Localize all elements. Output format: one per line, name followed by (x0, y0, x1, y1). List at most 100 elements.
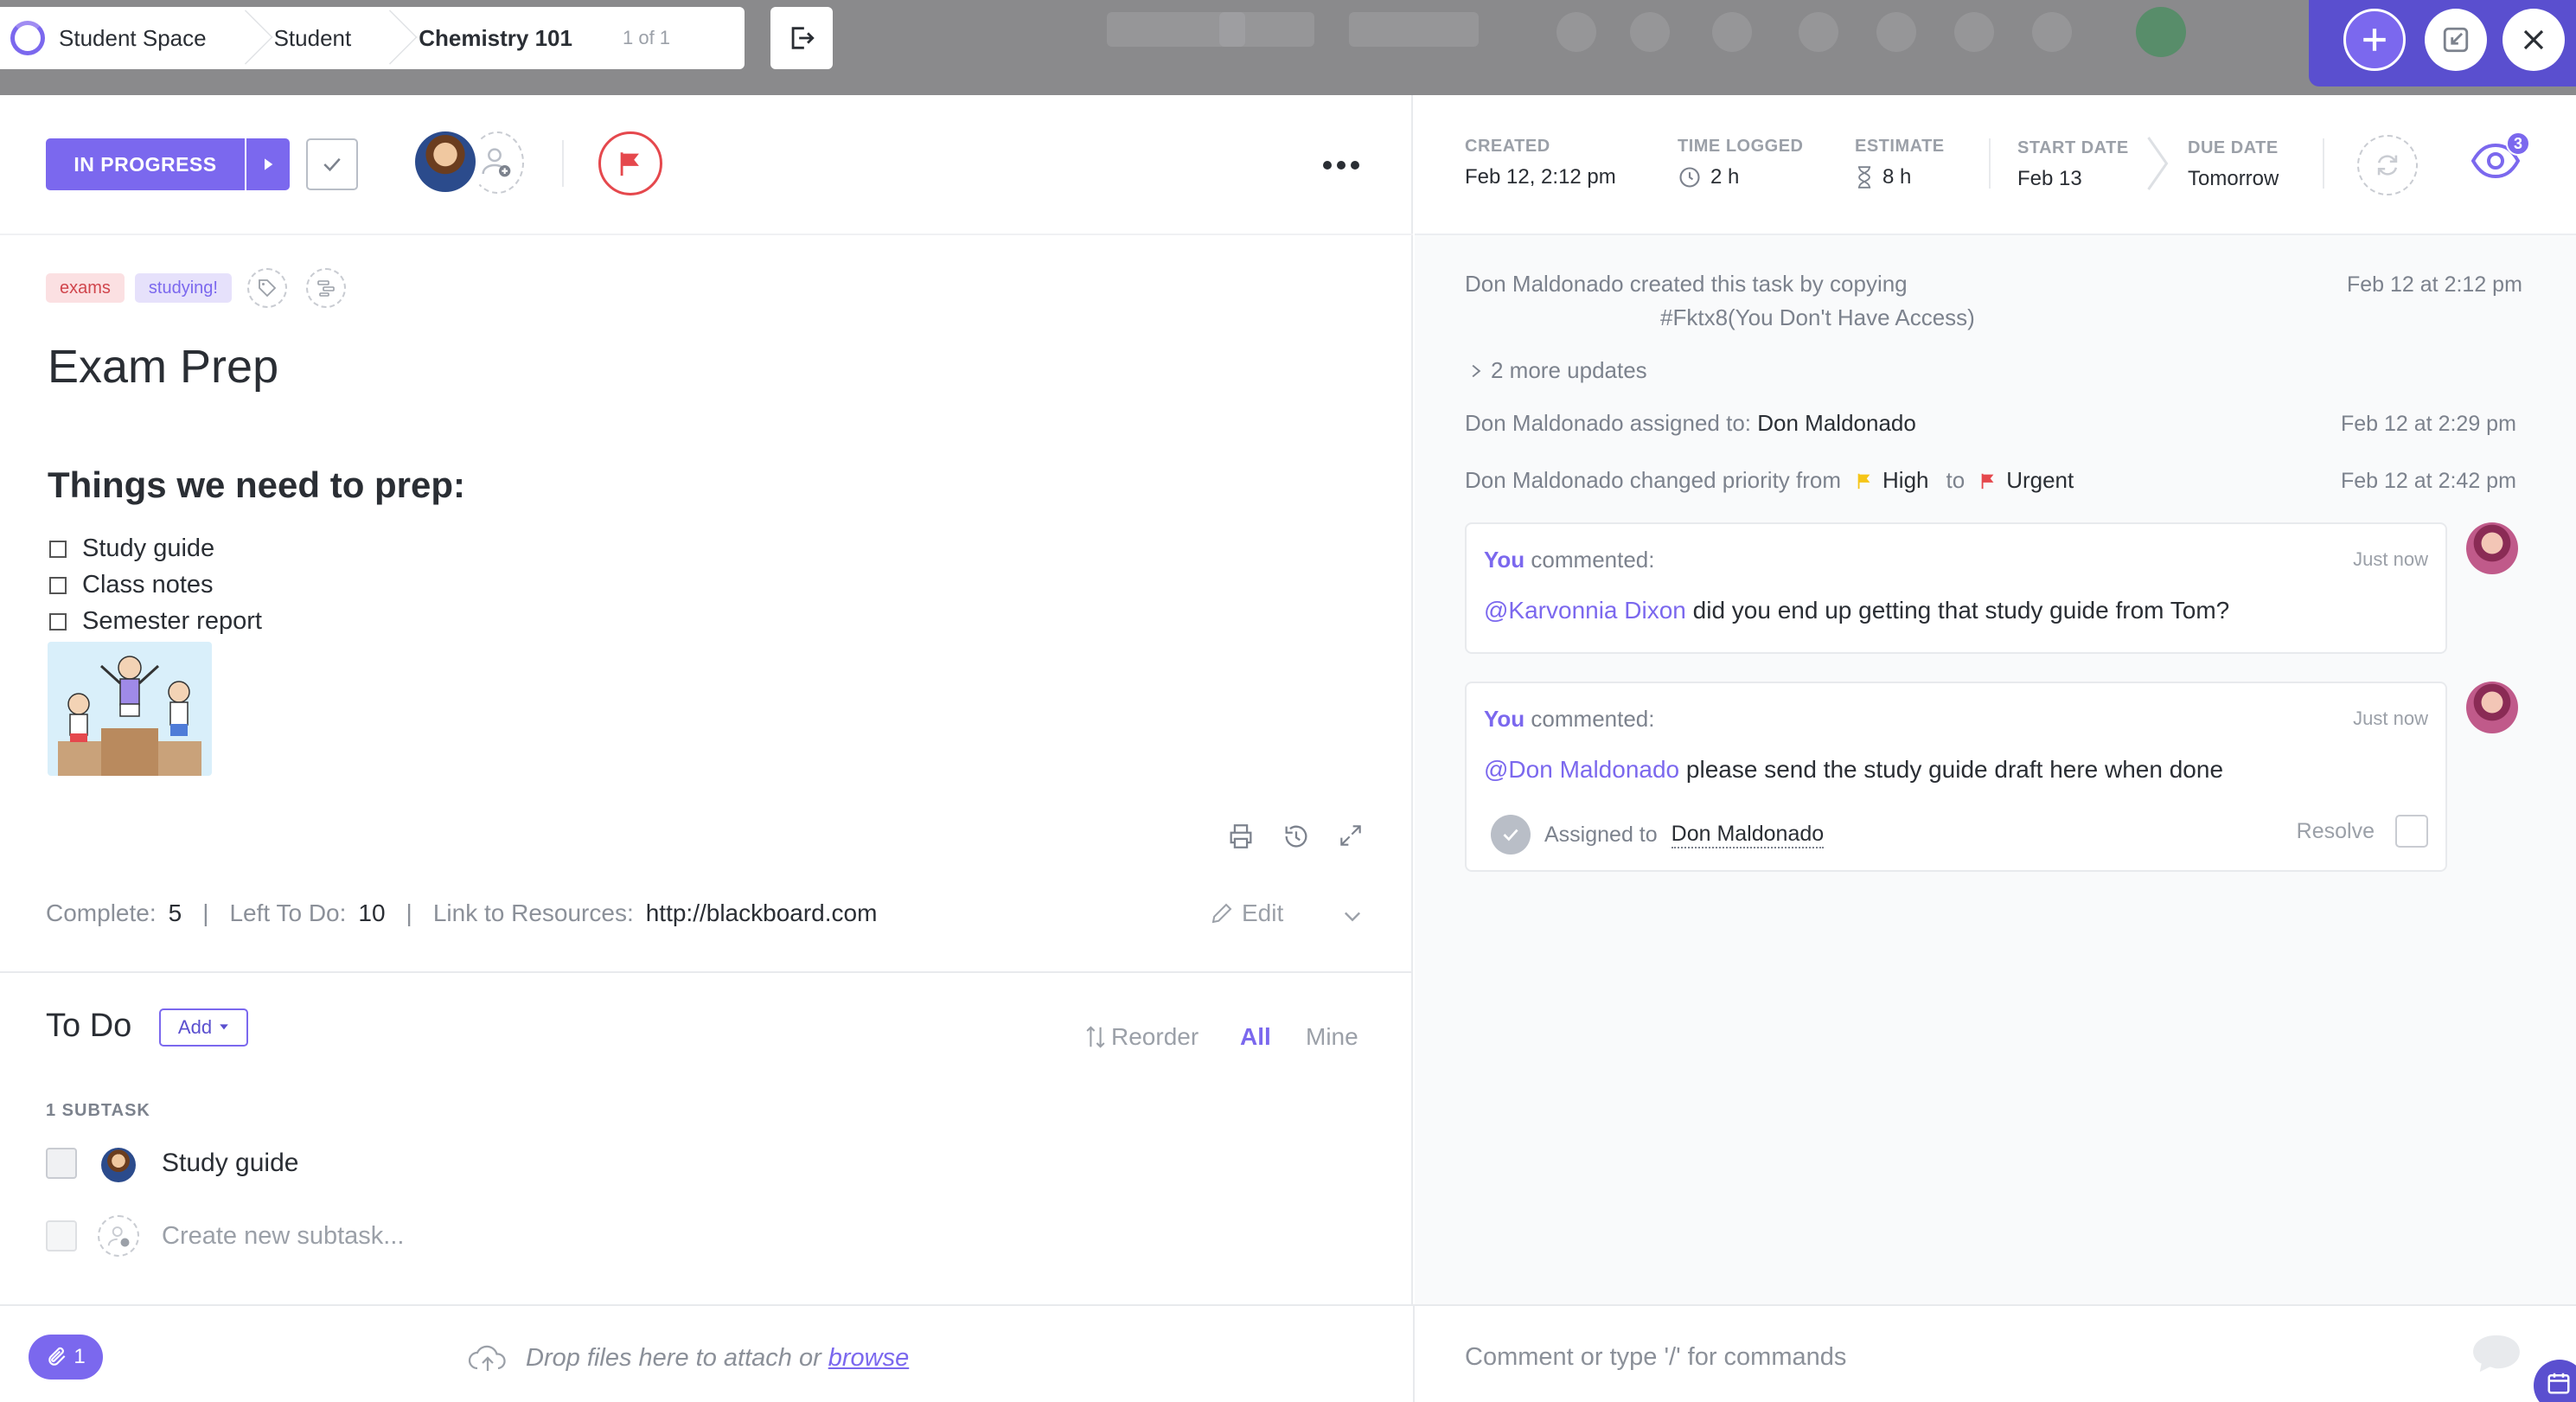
sort-icon (1086, 1026, 1105, 1048)
chevron-down-icon[interactable] (1340, 904, 1365, 928)
edit-fields-button[interactable]: Edit (1209, 899, 1283, 927)
activity-target: Don Maldonado (1757, 410, 1916, 436)
priority-button[interactable] (598, 131, 662, 195)
print-icon[interactable] (1226, 822, 1256, 851)
tag-exams[interactable]: exams (46, 273, 125, 303)
status-button[interactable]: IN PROGRESS (46, 138, 290, 190)
checkbox-icon[interactable] (49, 612, 67, 631)
reorder-label: Reorder (1111, 1023, 1199, 1050)
comment-author: You (1484, 706, 1525, 732)
history-icon[interactable] (1282, 822, 1311, 851)
stat-estimate-label: ESTIMATE (1855, 137, 1945, 156)
checklist-item-label: Class notes (82, 571, 214, 599)
subtask-name[interactable]: Study guide (162, 1149, 298, 1178)
subtask-checkbox[interactable] (46, 1148, 77, 1179)
resolve-checkbox[interactable] (2395, 815, 2428, 848)
stat-due-date[interactable]: DUE DATE Tomorrow (2188, 138, 2279, 191)
comment-body: @Karvonnia Dixon did you end up getting … (1484, 597, 2229, 624)
subtask-assignee-avatar[interactable] (101, 1148, 136, 1182)
resolve-control[interactable]: Resolve (2297, 815, 2428, 848)
breadcrumb-folder[interactable]: Student (227, 7, 373, 69)
breadcrumb-list[interactable]: Chemistry 101 1 of 1 (372, 7, 691, 69)
checkbox-icon[interactable] (49, 540, 67, 558)
paperclip-icon (48, 1347, 66, 1366)
breadcrumb-position: 1 of 1 (622, 27, 671, 48)
expand-icon[interactable] (1337, 822, 1365, 849)
new-subtask-checkbox (46, 1220, 77, 1252)
watchers-button[interactable]: 3 (2471, 131, 2530, 182)
breadcrumb-folder-label: Student (273, 24, 352, 51)
priority-from: High (1882, 467, 1929, 493)
add-todo-button[interactable]: Add (159, 1008, 248, 1047)
window-actions (2309, 0, 2576, 86)
close-button[interactable] (2502, 9, 2565, 71)
assigned-name[interactable]: Don Maldonado (1671, 822, 1825, 848)
browse-link[interactable]: browse (828, 1344, 910, 1373)
stat-estimate[interactable]: ESTIMATE 8 h (1855, 137, 1945, 189)
stat-start-date[interactable]: START DATE Feb 13 (2017, 138, 2129, 191)
send-comment-icon[interactable] (2470, 1332, 2523, 1375)
tag-studying[interactable]: studying! (134, 273, 232, 303)
comment-card: You commented: Just now @Don Maldonado p… (1465, 682, 2447, 872)
comment-time: Just now (2353, 548, 2428, 570)
subtask-count-header: 1 SUBTASK (46, 1101, 150, 1120)
exit-icon (791, 27, 815, 49)
repeat-icon (2377, 155, 2398, 176)
logo-icon (10, 21, 45, 55)
filter-all-tab[interactable]: All (1240, 1023, 1271, 1051)
add-tag-button[interactable] (246, 268, 287, 308)
comment-header: You commented: (1484, 706, 1655, 733)
divider (562, 140, 564, 187)
reorder-button[interactable]: Reorder (1085, 1023, 1199, 1051)
stat-created-value: Feb 12, 2:12 pm (1465, 165, 1616, 189)
add-label: Add (177, 1016, 213, 1038)
comment-mention[interactable]: @Karvonnia Dixon (1484, 597, 1686, 624)
calendar-icon (2547, 1373, 2570, 1394)
share-exit-button[interactable] (770, 7, 833, 69)
flag-icon (620, 152, 639, 176)
activity-text: Don Maldonado created this task by copyi… (1465, 271, 1908, 297)
comment-mention[interactable]: @Don Maldonado (1484, 756, 1679, 783)
left-to-do-value: 10 (358, 899, 386, 926)
bottom-bar (0, 1304, 2576, 1402)
dot-icon (1351, 161, 1359, 170)
checkbox-icon[interactable] (49, 576, 67, 594)
mark-complete-button[interactable] (306, 138, 358, 190)
podium-illustration (48, 642, 212, 776)
breadcrumb-space[interactable]: Student Space (0, 7, 227, 69)
add-dependency-button[interactable] (305, 268, 346, 308)
create-button[interactable] (2343, 9, 2406, 71)
filter-mine-tab[interactable]: Mine (1306, 1023, 1358, 1051)
comment-body: @Don Maldonado please send the study gui… (1484, 756, 2223, 784)
new-subtask-assignee-button[interactable] (98, 1215, 139, 1257)
comment-verb: commented: (1531, 706, 1655, 732)
stat-due-label: DUE DATE (2188, 138, 2279, 157)
checklist-item[interactable]: Class notes (49, 571, 214, 599)
activity-item: Don Maldonado created this task by copyi… (1465, 271, 1975, 331)
attachments-button[interactable]: 1 (29, 1335, 103, 1380)
checklist-item-label: Study guide (82, 535, 215, 562)
faded-avatar (2136, 7, 2186, 57)
new-subtask-input[interactable]: Create new subtask... (162, 1222, 404, 1251)
resource-link[interactable]: http://blackboard.com (646, 899, 878, 927)
faded-bell-icon (2032, 12, 2072, 52)
comment-input[interactable]: Comment or type '/' for commands (1465, 1343, 1846, 1372)
recurring-button[interactable] (2357, 135, 2418, 195)
more-updates-toggle[interactable]: 2 more updates (1470, 357, 1647, 384)
minimize-button[interactable] (2425, 9, 2487, 71)
checklist-item[interactable]: Semester report (49, 607, 262, 636)
task-title[interactable]: Exam Prep (48, 340, 278, 394)
more-options-button[interactable] (1323, 161, 1359, 170)
activity-reference[interactable]: #Fktx8(You Don't Have Access) (1660, 304, 1975, 331)
add-assignee-button[interactable] (470, 131, 524, 194)
stat-time-logged[interactable]: TIME LOGGED 2 h (1678, 137, 1804, 189)
left-to-do-label: Left To Do: (229, 899, 347, 926)
file-drop-zone[interactable]: Drop files here to attach or browse (467, 1341, 909, 1374)
activity-text: Don Maldonado changed priority from (1465, 467, 1842, 493)
assignee-avatar[interactable] (415, 131, 476, 192)
separator: | (406, 899, 412, 926)
checklist-item[interactable]: Study guide (49, 535, 214, 563)
close-icon (2523, 29, 2544, 50)
breadcrumb: Student Space Student Chemistry 101 1 of… (0, 7, 745, 69)
status-next-button[interactable] (245, 138, 290, 190)
